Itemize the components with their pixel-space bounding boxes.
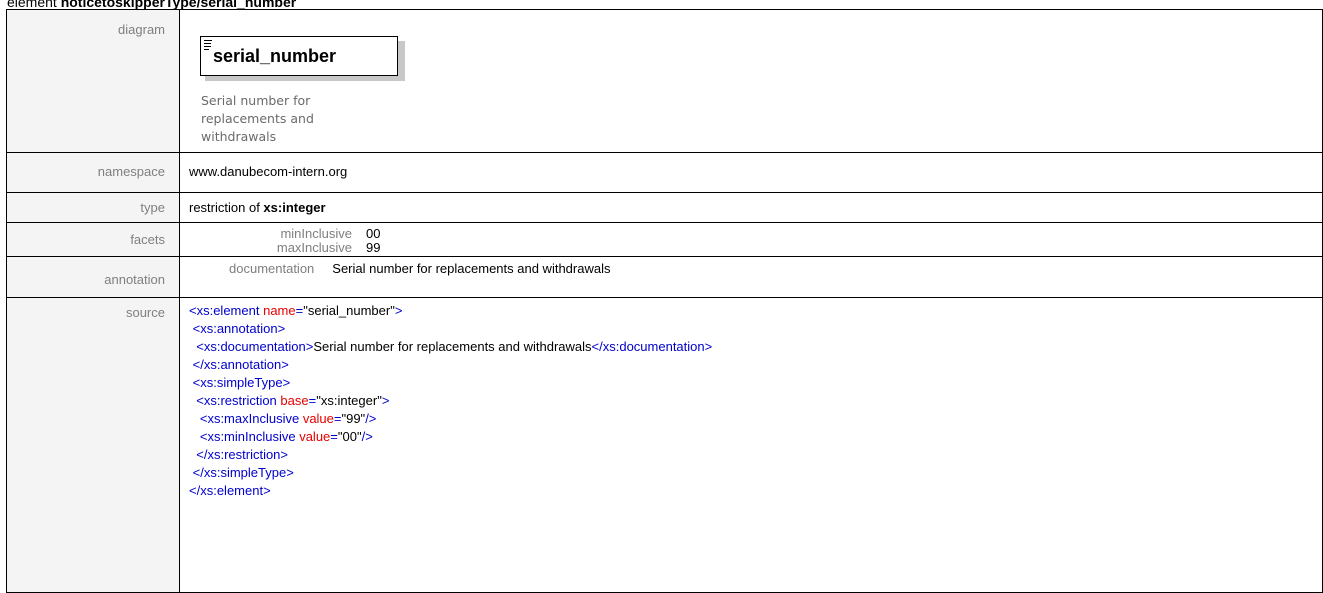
annotation-documentation: documentation Serial number for replacem… bbox=[229, 261, 1322, 276]
element-diagram[interactable]: serial_number bbox=[200, 36, 410, 84]
row-facets: facets minInclusive 00 maxInclusive 99 bbox=[6, 222, 1323, 257]
facets-cell: minInclusive 00 maxInclusive 99 bbox=[179, 222, 1323, 257]
type-prefix: restriction of bbox=[189, 200, 264, 215]
row-type: type restriction of xs:integer bbox=[6, 192, 1323, 223]
facet-name: minInclusive bbox=[280, 226, 352, 241]
source-line: <xs:minInclusive value="00"/> bbox=[199, 429, 373, 444]
row-diagram: diagram serial_number Serial number for … bbox=[6, 9, 1323, 153]
source-line: <xs:maxInclusive value="99"/> bbox=[199, 411, 377, 426]
element-content-icon bbox=[204, 40, 212, 52]
label-diagram: diagram bbox=[6, 9, 180, 153]
source-line: </xs:annotation> bbox=[192, 357, 289, 372]
annotation-doc-value: Serial number for replacements and withd… bbox=[332, 261, 611, 276]
source-line: <xs:documentation>Serial number for repl… bbox=[196, 339, 713, 354]
source-line: <xs:annotation> bbox=[192, 321, 286, 336]
annotation-cell: documentation Serial number for replacem… bbox=[179, 256, 1323, 298]
source-line: <xs:simpleType> bbox=[192, 375, 291, 390]
type-base[interactable]: xs:integer bbox=[263, 200, 325, 215]
source-line: </xs:element> bbox=[189, 483, 271, 498]
diagram-element-box[interactable]: serial_number bbox=[200, 36, 398, 76]
source-cell: <xs:element name="serial_number"> <xs:an… bbox=[179, 297, 1323, 593]
diagram-doc-line: Serial number for bbox=[201, 93, 311, 108]
diagram-doc-line: withdrawals bbox=[201, 129, 277, 144]
label-facets: facets bbox=[6, 222, 180, 257]
source-line: </xs:simpleType> bbox=[192, 465, 294, 480]
facet-value: 00 bbox=[366, 226, 381, 241]
source-line: <xs:restriction base="xs:integer"> bbox=[196, 393, 390, 408]
type-value: restriction of xs:integer bbox=[179, 192, 1323, 223]
source-line: <xs:element name="serial_number"> bbox=[189, 303, 403, 318]
source-line: </xs:restriction> bbox=[196, 447, 289, 462]
row-source: source <xs:element name="serial_number">… bbox=[6, 297, 1323, 593]
diagram-doc-line: replacements and bbox=[201, 111, 314, 126]
source-code: <xs:element name="serial_number"> <xs:an… bbox=[189, 302, 1322, 500]
row-namespace: namespace www.danubecom-intern.org bbox=[6, 152, 1323, 193]
diagram-element-name: serial_number bbox=[213, 46, 337, 66]
element-doc-table: diagram serial_number Serial number for … bbox=[6, 9, 1323, 593]
diagram-cell: serial_number Serial number for replacem… bbox=[179, 9, 1323, 153]
diagram-documentation: Serial number for replacements and withd… bbox=[201, 92, 401, 146]
row-annotation: annotation documentation Serial number f… bbox=[6, 256, 1323, 298]
label-source: source bbox=[6, 297, 180, 593]
label-namespace: namespace bbox=[6, 152, 180, 193]
facet-list: minInclusive 00 maxInclusive 99 bbox=[236, 227, 1322, 255]
label-annotation: annotation bbox=[6, 256, 180, 298]
facet-value: 99 bbox=[366, 240, 381, 255]
label-type: type bbox=[6, 192, 180, 223]
namespace-value: www.danubecom-intern.org bbox=[179, 152, 1323, 193]
annotation-doc-name: documentation bbox=[229, 261, 315, 276]
facet-name: maxInclusive bbox=[276, 240, 352, 255]
